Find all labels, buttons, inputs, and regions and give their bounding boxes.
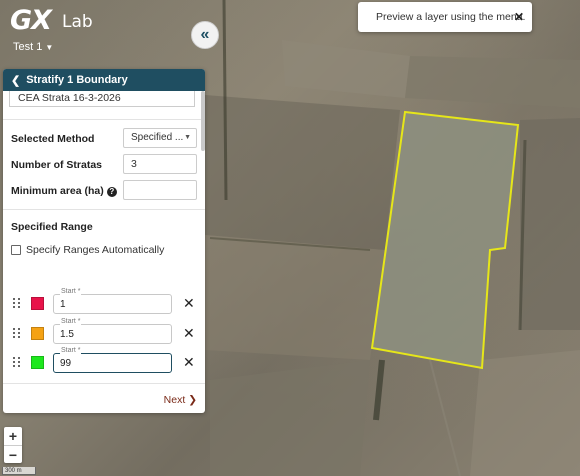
stratas-label: Number of Stratas — [11, 159, 103, 171]
field-label: Start * — [60, 318, 82, 325]
color-swatch[interactable] — [31, 327, 44, 340]
toast-message: Preview a layer using the menu. — [376, 11, 526, 23]
drag-handle-icon[interactable] — [13, 328, 21, 339]
auto-range-label: Specify Ranges Automatically — [26, 244, 165, 256]
project-name: Test 1 — [13, 41, 43, 53]
chevron-left-icon[interactable]: ❮ — [11, 74, 20, 87]
caret-down-icon: ▼ — [184, 134, 191, 141]
app-logo: GX Lab — [10, 5, 93, 36]
caret-down-icon: ▼ — [45, 43, 54, 52]
range-row: Start * 1 ✕ — [3, 288, 205, 316]
chevron-right-icon: ❯ — [188, 394, 197, 406]
method-label: Selected Method — [11, 133, 95, 145]
range-row: Start * 1.5 ✕ — [3, 318, 205, 346]
scale-label: 300 m — [5, 468, 22, 474]
remove-icon[interactable]: ✕ — [183, 355, 195, 369]
field-value: 1 — [60, 299, 66, 310]
panel-scrollbar[interactable] — [201, 91, 205, 151]
panel-body: CEA Strata 16-3-2026 Selected Method Spe… — [3, 91, 205, 383]
min-area-label-text: Minimum area (ha) — [11, 185, 104, 197]
method-value: Specified ... — [131, 132, 184, 143]
zoom-in-button[interactable]: + — [4, 427, 22, 445]
divider — [3, 209, 205, 210]
drag-handle-icon[interactable] — [13, 357, 21, 368]
range-start-input[interactable]: Start * 99 — [53, 347, 172, 373]
stratas-input[interactable]: 3 — [123, 154, 197, 174]
next-button[interactable]: Next ❯ — [164, 394, 197, 406]
range-row: Start * 99 ✕ — [3, 347, 205, 375]
min-area-label: Minimum area (ha)? — [11, 185, 117, 197]
field-value: 99 — [60, 358, 72, 369]
remove-icon[interactable]: ✕ — [183, 326, 195, 340]
method-select[interactable]: Specified ... ▼ — [123, 128, 197, 148]
divider — [3, 119, 205, 120]
min-area-input[interactable] — [123, 180, 197, 200]
remove-icon[interactable]: ✕ — [183, 296, 195, 310]
zoom-control: + − — [4, 427, 22, 463]
range-section-title: Specified Range — [11, 221, 93, 233]
strata-name-input[interactable]: CEA Strata 16-3-2026 — [9, 91, 195, 107]
color-swatch[interactable] — [31, 297, 44, 310]
panel-title: Stratify 1 Boundary — [26, 74, 128, 86]
range-start-input[interactable]: Start * 1 — [53, 288, 172, 314]
logo-main-text: GX — [10, 5, 52, 36]
panel-footer: Next ❯ — [3, 383, 205, 413]
field-label: Start * — [60, 347, 82, 354]
field-label: Start * — [60, 288, 82, 295]
help-icon[interactable]: ? — [106, 187, 117, 197]
panel-header[interactable]: ❮ Stratify 1 Boundary — [3, 69, 205, 91]
collapse-panel-button[interactable]: « — [191, 21, 219, 49]
next-label: Next — [163, 394, 186, 406]
scale-bar: 300 m — [2, 467, 36, 475]
zoom-out-button[interactable]: − — [4, 446, 22, 464]
color-swatch[interactable] — [31, 356, 44, 369]
stratify-panel: ❮ Stratify 1 Boundary CEA Strata 16-3-20… — [3, 69, 205, 413]
double-chevron-left-icon: « — [200, 26, 210, 43]
close-icon[interactable]: ✕ — [514, 10, 524, 24]
logo-sub-text: Lab — [62, 12, 93, 32]
range-start-input[interactable]: Start * 1.5 — [53, 318, 172, 344]
auto-range-checkbox-row[interactable]: Specify Ranges Automatically — [11, 244, 164, 256]
project-selector[interactable]: Test 1 ▼ — [13, 41, 53, 53]
field-value: 1.5 — [60, 329, 74, 340]
auto-range-checkbox[interactable] — [11, 245, 21, 255]
drag-handle-icon[interactable] — [13, 298, 21, 309]
toast-notification: Preview a layer using the menu. ✕ — [358, 2, 532, 32]
